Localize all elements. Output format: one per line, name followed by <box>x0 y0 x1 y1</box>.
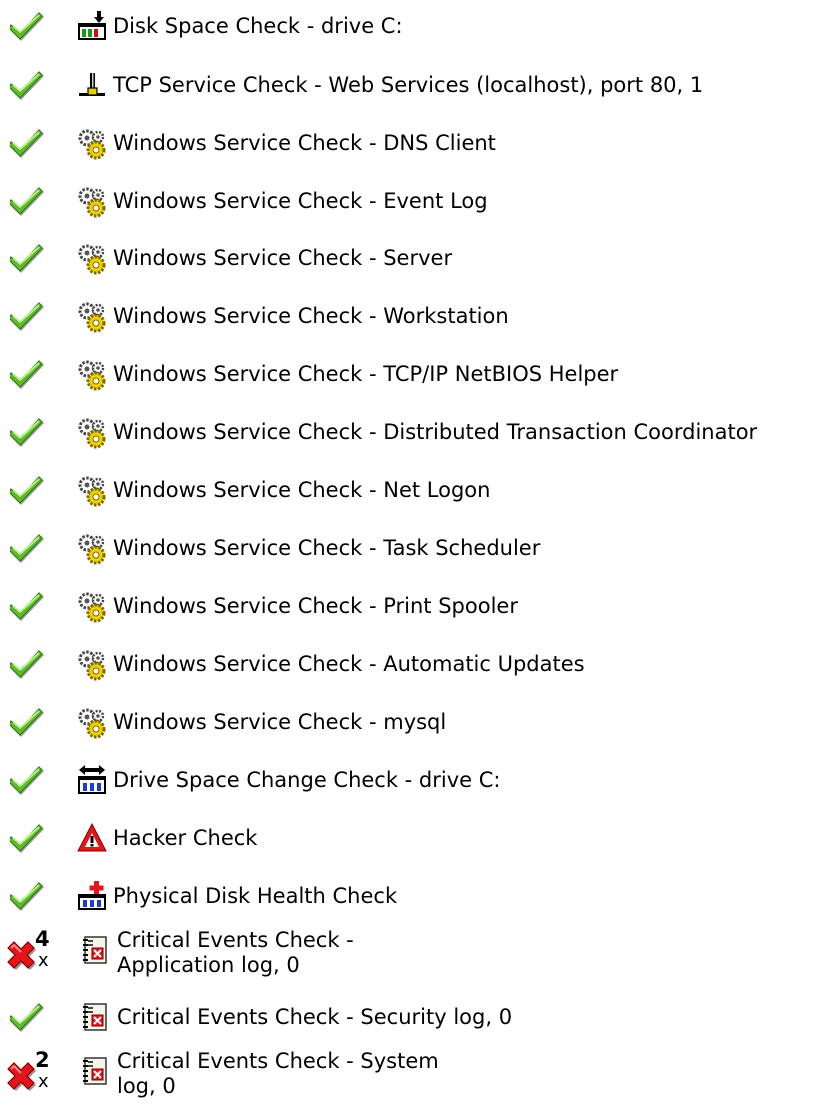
check-row[interactable]: Windows Service Check - Workstation <box>0 296 835 342</box>
status-ok-icon <box>0 354 46 394</box>
check-row[interactable]: Windows Service Check - Server <box>0 238 835 284</box>
check-label: Windows Service Check - Server <box>113 246 453 270</box>
drive-change-icon <box>77 760 107 800</box>
check-row[interactable]: TCP Service Check - Web Services (localh… <box>0 65 835 111</box>
status-ok-icon <box>0 412 46 452</box>
check-label: Critical Events Check - System <box>117 1049 439 1073</box>
check-row[interactable]: Windows Service Check - Print Spooler <box>0 586 835 632</box>
check-label: Windows Service Check - Print Spooler <box>113 594 518 618</box>
check-row[interactable]: Drive Space Change Check - drive C: <box>0 760 835 806</box>
event-log-icon <box>82 997 112 1037</box>
check-row[interactable]: Windows Service Check - DNS Client <box>0 123 835 169</box>
check-label: Hacker Check <box>113 826 258 850</box>
check-label: Windows Service Check - TCP/IP NetBIOS H… <box>113 362 619 386</box>
gears-icon <box>77 644 107 684</box>
status-ok-icon <box>0 586 46 626</box>
check-row[interactable]: Windows Service Check - mysql <box>0 702 835 748</box>
gears-icon <box>77 412 107 452</box>
failure-count: 2 <box>35 1048 50 1072</box>
failure-count-suffix: x <box>38 1071 49 1092</box>
check-label: Windows Service Check - Distributed Tran… <box>113 420 758 444</box>
event-log-icon <box>82 930 112 970</box>
check-label: Critical Events Check - Security log, 0 <box>117 1005 513 1029</box>
check-row[interactable]: Physical Disk Health Check <box>0 876 835 922</box>
event-log-icon <box>82 1051 112 1091</box>
gears-icon <box>77 470 107 510</box>
disk-space-icon <box>77 6 107 46</box>
check-label: Windows Service Check - Task Scheduler <box>113 536 541 560</box>
check-label: Application log, 0 <box>117 953 300 977</box>
check-row[interactable]: Disk Space Check - drive C: <box>0 6 835 52</box>
check-label: Disk Space Check - drive C: <box>113 14 403 38</box>
status-ok-icon <box>0 876 46 916</box>
status-ok-icon <box>0 238 46 278</box>
check-row[interactable]: Windows Service Check - Net Logon <box>0 470 835 516</box>
status-fail-icon: 2x <box>0 1049 50 1092</box>
check-row[interactable]: Critical Events Check - Security log, 0 <box>0 997 835 1043</box>
check-label: Windows Service Check - Workstation <box>113 304 509 328</box>
check-label: Drive Space Change Check - drive C: <box>113 768 501 792</box>
check-row[interactable]: Hacker Check <box>0 818 835 864</box>
failure-count: 4 <box>35 927 50 951</box>
gears-icon <box>77 354 107 394</box>
status-ok-icon <box>0 470 46 510</box>
check-label: Windows Service Check - Automatic Update… <box>113 652 585 676</box>
check-label: Windows Service Check - Net Logon <box>113 478 491 502</box>
failure-count-suffix: x <box>38 950 49 971</box>
status-ok-icon <box>0 997 46 1037</box>
status-ok-icon <box>0 181 46 221</box>
gears-icon <box>77 586 107 626</box>
status-ok-icon <box>0 702 46 742</box>
tcp-port-icon <box>77 65 107 105</box>
status-ok-icon <box>0 6 46 46</box>
disk-health-icon <box>77 876 107 916</box>
gears-icon <box>77 181 107 221</box>
check-row[interactable]: Windows Service Check - TCP/IP NetBIOS H… <box>0 354 835 400</box>
check-row[interactable]: Windows Service Check - Distributed Tran… <box>0 412 835 458</box>
check-label: Physical Disk Health Check <box>113 884 398 908</box>
status-ok-icon <box>0 760 46 800</box>
gears-icon <box>77 123 107 163</box>
status-ok-icon <box>0 818 46 858</box>
check-label: Windows Service Check - DNS Client <box>113 131 496 155</box>
check-row[interactable]: Windows Service Check - Task Scheduler <box>0 528 835 574</box>
hacker-warning-icon <box>77 818 107 858</box>
status-ok-icon <box>0 528 46 568</box>
check-label: TCP Service Check - Web Services (localh… <box>113 73 704 97</box>
check-label: Critical Events Check - <box>117 928 354 952</box>
gears-icon <box>77 238 107 278</box>
status-ok-icon <box>0 296 46 336</box>
check-row[interactable]: 2x Critical Events Check - System log, 0 <box>0 1049 835 1107</box>
gears-icon <box>77 702 107 742</box>
check-label: log, 0 <box>117 1074 176 1098</box>
check-label: Windows Service Check - Event Log <box>113 189 488 213</box>
check-row[interactable]: Windows Service Check - Automatic Update… <box>0 644 835 690</box>
status-ok-icon <box>0 123 46 163</box>
gears-icon <box>77 528 107 568</box>
check-label: Windows Service Check - mysql <box>113 710 447 734</box>
status-ok-icon <box>0 65 46 105</box>
status-ok-icon <box>0 644 46 684</box>
check-row[interactable]: Windows Service Check - Event Log <box>0 181 835 227</box>
gears-icon <box>77 296 107 336</box>
status-fail-icon: 4x <box>0 928 50 971</box>
check-row[interactable]: 4x Critical Events Check - Application lo… <box>0 928 835 986</box>
